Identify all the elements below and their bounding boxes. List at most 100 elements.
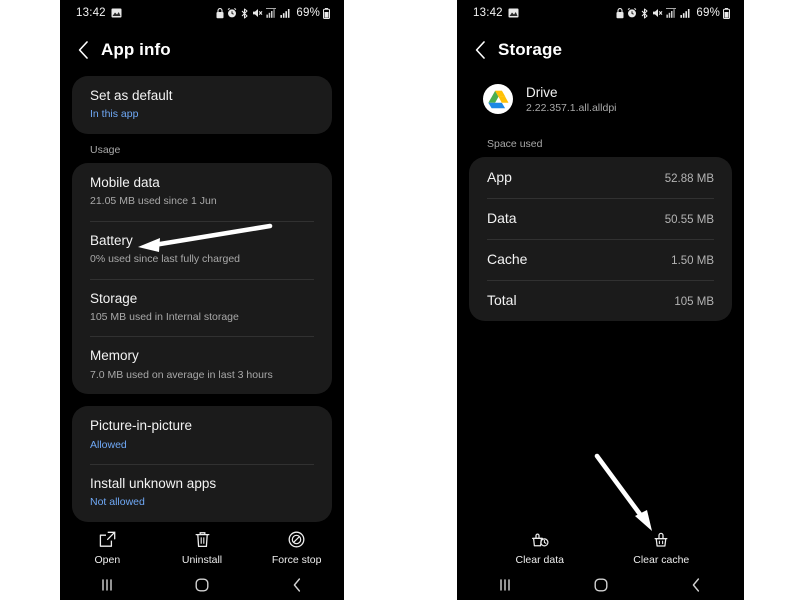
bluetooth-icon — [241, 7, 248, 19]
status-bar-clock-group: 13:42 — [76, 7, 122, 19]
action-label: Clear cache — [633, 554, 690, 566]
battery-icon — [723, 7, 730, 19]
row-title: Install unknown apps — [90, 476, 217, 492]
row-battery[interactable]: Battery 0% used since last fully charged — [72, 220, 332, 279]
card-space-used: App 52.88 MB Data 50.55 MB Cache 1.50 MB… — [469, 157, 732, 321]
nav-home-button[interactable] — [553, 577, 649, 593]
action-bar-app-info: Open Uninstall Force stop — [60, 529, 344, 566]
page-title: Storage — [498, 40, 562, 59]
title-bar-storage: Storage — [457, 26, 744, 76]
nav-back-button[interactable] — [249, 577, 344, 593]
nav-recents-button[interactable] — [457, 578, 553, 592]
row-set-as-default[interactable]: Set as default In this app — [72, 76, 332, 134]
force-stop-icon — [249, 529, 344, 549]
phone-screen-storage: 13:42 69% Storage Drive 2.22.357.1.all.a… — [457, 0, 744, 600]
action-open[interactable]: Open — [60, 529, 155, 566]
navigation-bar-left — [60, 570, 344, 600]
screenshot-canvas: 13:42 69% App info Set as default In thi… — [0, 0, 800, 600]
storage-row-data: Data 50.55 MB — [469, 198, 732, 239]
card-usage: Mobile data 21.05 MB used since 1 Jun Ba… — [72, 162, 332, 395]
back-icon — [293, 578, 300, 592]
navigation-bar-right — [457, 570, 744, 600]
action-uninstall[interactable]: Uninstall — [155, 529, 250, 566]
bluetooth-icon — [641, 7, 648, 19]
row-subtitle: Not allowed — [90, 496, 145, 509]
action-label: Open — [94, 554, 121, 566]
google-drive-icon — [483, 84, 513, 114]
home-icon — [594, 578, 608, 592]
action-force-stop[interactable]: Force stop — [249, 529, 344, 566]
storage-row-total: Total 105 MB — [469, 280, 732, 321]
nav-recents-button[interactable] — [60, 578, 155, 592]
action-label: Clear data — [515, 554, 564, 566]
app-header-text: Drive 2.22.357.1.all.alldpi — [526, 85, 617, 114]
row-subtitle: In this app — [90, 108, 139, 121]
storage-row-label: Data — [487, 210, 517, 226]
status-bar-time: 13:42 — [76, 7, 106, 19]
clear-data-icon — [479, 529, 601, 549]
lock-icon — [616, 7, 624, 18]
row-memory[interactable]: Memory 7.0 MB used on average in last 3 … — [72, 336, 332, 394]
action-bar-storage: Clear data Clear cache — [457, 529, 744, 566]
mute-icon — [253, 9, 263, 17]
phone-screen-app-info: 13:42 69% App info Set as default In thi… — [60, 0, 344, 600]
arrow-to-clear-cache — [594, 453, 652, 531]
alarm-icon — [228, 8, 237, 18]
action-label: Uninstall — [181, 554, 223, 566]
row-subtitle: 105 MB used in Internal storage — [90, 310, 239, 323]
row-storage[interactable]: Storage 105 MB used in Internal storage — [72, 278, 332, 337]
cellular-signal-icon — [280, 9, 290, 18]
network-signal-icon — [266, 8, 277, 18]
status-bar-icons-right: 69% — [616, 7, 730, 19]
action-label: Force stop — [271, 554, 322, 566]
storage-row-value: 50.55 MB — [664, 214, 714, 226]
home-icon — [195, 578, 209, 592]
row-picture-in-picture[interactable]: Picture-in-picture Allowed — [72, 406, 332, 464]
status-bar-left: 13:42 69% — [60, 0, 344, 26]
row-title: Storage — [90, 290, 138, 306]
app-header: Drive 2.22.357.1.all.alldpi — [457, 76, 744, 120]
screenshot-icon — [111, 8, 122, 18]
back-arrow-icon[interactable] — [475, 41, 486, 59]
back-arrow-icon[interactable] — [78, 41, 89, 59]
row-mobile-data[interactable]: Mobile data 21.05 MB used since 1 Jun — [72, 163, 332, 221]
action-clear-cache[interactable]: Clear cache — [601, 529, 723, 566]
card-set-as-default: Set as default In this app — [72, 76, 332, 134]
status-bar-battery-percent: 69% — [296, 7, 320, 19]
row-title: Set as default — [90, 88, 173, 103]
action-clear-data[interactable]: Clear data — [479, 529, 601, 566]
row-subtitle: 7.0 MB used on average in last 3 hours — [90, 368, 273, 381]
status-bar-right: 13:42 69% — [457, 0, 744, 26]
status-bar-time: 13:42 — [473, 7, 503, 19]
row-title: Memory — [90, 348, 139, 364]
storage-row-value: 1.50 MB — [671, 255, 714, 267]
trash-icon — [155, 529, 250, 549]
recents-icon — [102, 579, 113, 591]
app-version: 2.22.357.1.all.alldpi — [526, 101, 617, 114]
storage-row-label: Cache — [487, 251, 528, 267]
cellular-signal-icon — [680, 9, 690, 18]
nav-back-button[interactable] — [648, 577, 744, 593]
row-install-unknown-apps[interactable]: Install unknown apps Not allowed — [72, 464, 332, 522]
storage-row-value: 52.88 MB — [664, 173, 714, 185]
storage-row-cache: Cache 1.50 MB — [469, 239, 732, 280]
row-title: Picture-in-picture — [90, 418, 193, 434]
network-signal-icon — [666, 8, 677, 18]
row-subtitle: 21.05 MB used since 1 Jun — [90, 195, 217, 208]
nav-home-button[interactable] — [155, 577, 250, 593]
recents-icon — [500, 579, 510, 591]
app-name: Drive — [526, 84, 558, 100]
storage-row-label: Total — [487, 292, 517, 308]
alarm-icon — [628, 8, 637, 18]
status-bar-battery-percent: 69% — [696, 7, 720, 19]
storage-row-value: 105 MB — [674, 296, 714, 308]
back-icon — [692, 578, 700, 592]
battery-icon — [323, 7, 330, 19]
title-bar-app-info: App info — [60, 26, 344, 76]
lock-icon — [216, 7, 224, 18]
storage-row-label: App — [487, 169, 512, 185]
row-subtitle: Allowed — [90, 438, 127, 451]
page-title: App info — [101, 40, 171, 59]
mute-icon — [653, 9, 663, 17]
row-title: Battery — [90, 232, 133, 248]
